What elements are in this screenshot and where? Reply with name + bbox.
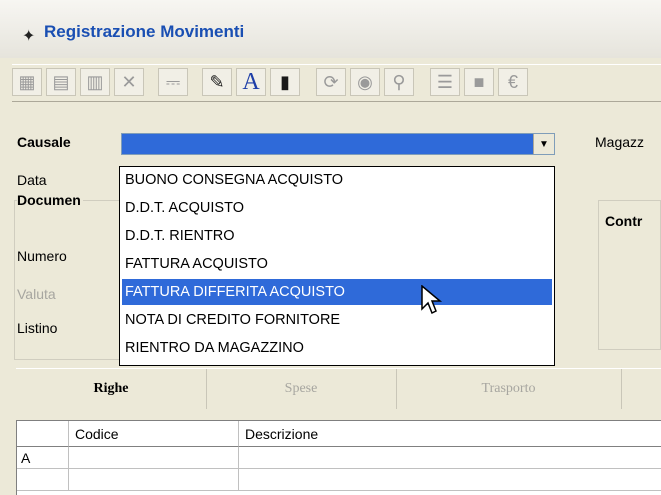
magazzino-label: Magazz xyxy=(595,134,645,150)
title-bar: ✦ Registrazione Movimenti xyxy=(0,0,661,58)
documento-group xyxy=(14,200,120,360)
documento-label: Documen xyxy=(17,192,83,208)
folder-icon[interactable]: ▦ xyxy=(12,68,42,96)
grid-cell-codice[interactable] xyxy=(69,447,239,469)
print-icon[interactable]: ⎓ xyxy=(158,68,188,96)
grid-header-descrizione[interactable]: Descrizione xyxy=(239,421,661,447)
refresh-icon[interactable]: ⟳ xyxy=(316,68,346,96)
font-icon-label: A xyxy=(242,68,260,95)
app-icon: ✦ xyxy=(22,28,36,45)
dropdown-option[interactable]: FATTURA ACQUISTO xyxy=(122,251,552,277)
causale-dropdown-list: BUONO CONSEGNA ACQUISTO D.D.T. ACQUISTO … xyxy=(119,166,555,366)
euro-icon[interactable]: € xyxy=(498,68,528,96)
causale-select[interactable]: ▼ xyxy=(121,133,555,155)
grid-cell-codice[interactable] xyxy=(69,469,239,491)
dropdown-option[interactable]: NOTA DI CREDITO FORNITORE xyxy=(122,307,552,333)
numero-label: Numero xyxy=(17,248,67,264)
tab-spese[interactable]: Spese xyxy=(206,369,397,409)
delete-icon[interactable]: ✕ xyxy=(114,68,144,96)
tab-trasporto[interactable]: Trasporto xyxy=(396,369,622,409)
dropdown-option[interactable]: BUONO CONSEGNA ACQUISTO xyxy=(122,167,552,193)
mouse-cursor-icon xyxy=(421,285,443,315)
folder-open-icon[interactable]: ▤ xyxy=(46,68,76,96)
grid-cell-descrizione[interactable] xyxy=(239,469,661,491)
chevron-down-icon[interactable]: ▼ xyxy=(533,134,554,154)
data-label: Data xyxy=(17,172,47,188)
grid-row-marker: A xyxy=(17,447,69,469)
binoculars-icon[interactable]: ⚲ xyxy=(384,68,414,96)
dropdown-option[interactable]: D.D.T. ACQUISTO xyxy=(122,195,552,221)
font-icon[interactable]: A xyxy=(236,68,266,96)
grid-header-codice[interactable]: Codice xyxy=(69,421,239,447)
toolbar: ▦ ▤ ▥ ✕ ⎓ ✎ A ▮ ⟳ ◉ ⚲ ☰ ■ € xyxy=(12,64,661,102)
tab-righe[interactable]: Righe xyxy=(16,369,207,409)
window-title: Registrazione Movimenti xyxy=(44,22,245,41)
grid-cell-descrizione[interactable] xyxy=(239,447,661,469)
search-doc-icon[interactable]: ▥ xyxy=(80,68,110,96)
square-icon[interactable]: ■ xyxy=(464,68,494,96)
dropdown-option[interactable]: D.D.T. RIENTRO xyxy=(122,223,552,249)
list-icon[interactable]: ☰ xyxy=(430,68,460,96)
righe-grid: Codice Descrizione A xyxy=(16,420,661,495)
causale-label: Causale xyxy=(17,134,71,150)
dropdown-option-selected[interactable]: FATTURA DIFFERITA ACQUISTO xyxy=(122,279,552,305)
barcode-icon[interactable]: ▮ xyxy=(270,68,300,96)
valuta-label: Valuta xyxy=(17,286,56,302)
grid-header-corner xyxy=(17,421,69,447)
grid-row-marker xyxy=(17,469,69,491)
tab-bar: Righe Spese Trasporto xyxy=(16,368,661,409)
dropdown-option[interactable]: RIENTRO DA MAGAZZINO xyxy=(122,335,552,361)
edit-icon[interactable]: ✎ xyxy=(202,68,232,96)
contr-label: Contr xyxy=(605,213,643,229)
world-icon[interactable]: ◉ xyxy=(350,68,380,96)
listino-label: Listino xyxy=(17,320,58,336)
